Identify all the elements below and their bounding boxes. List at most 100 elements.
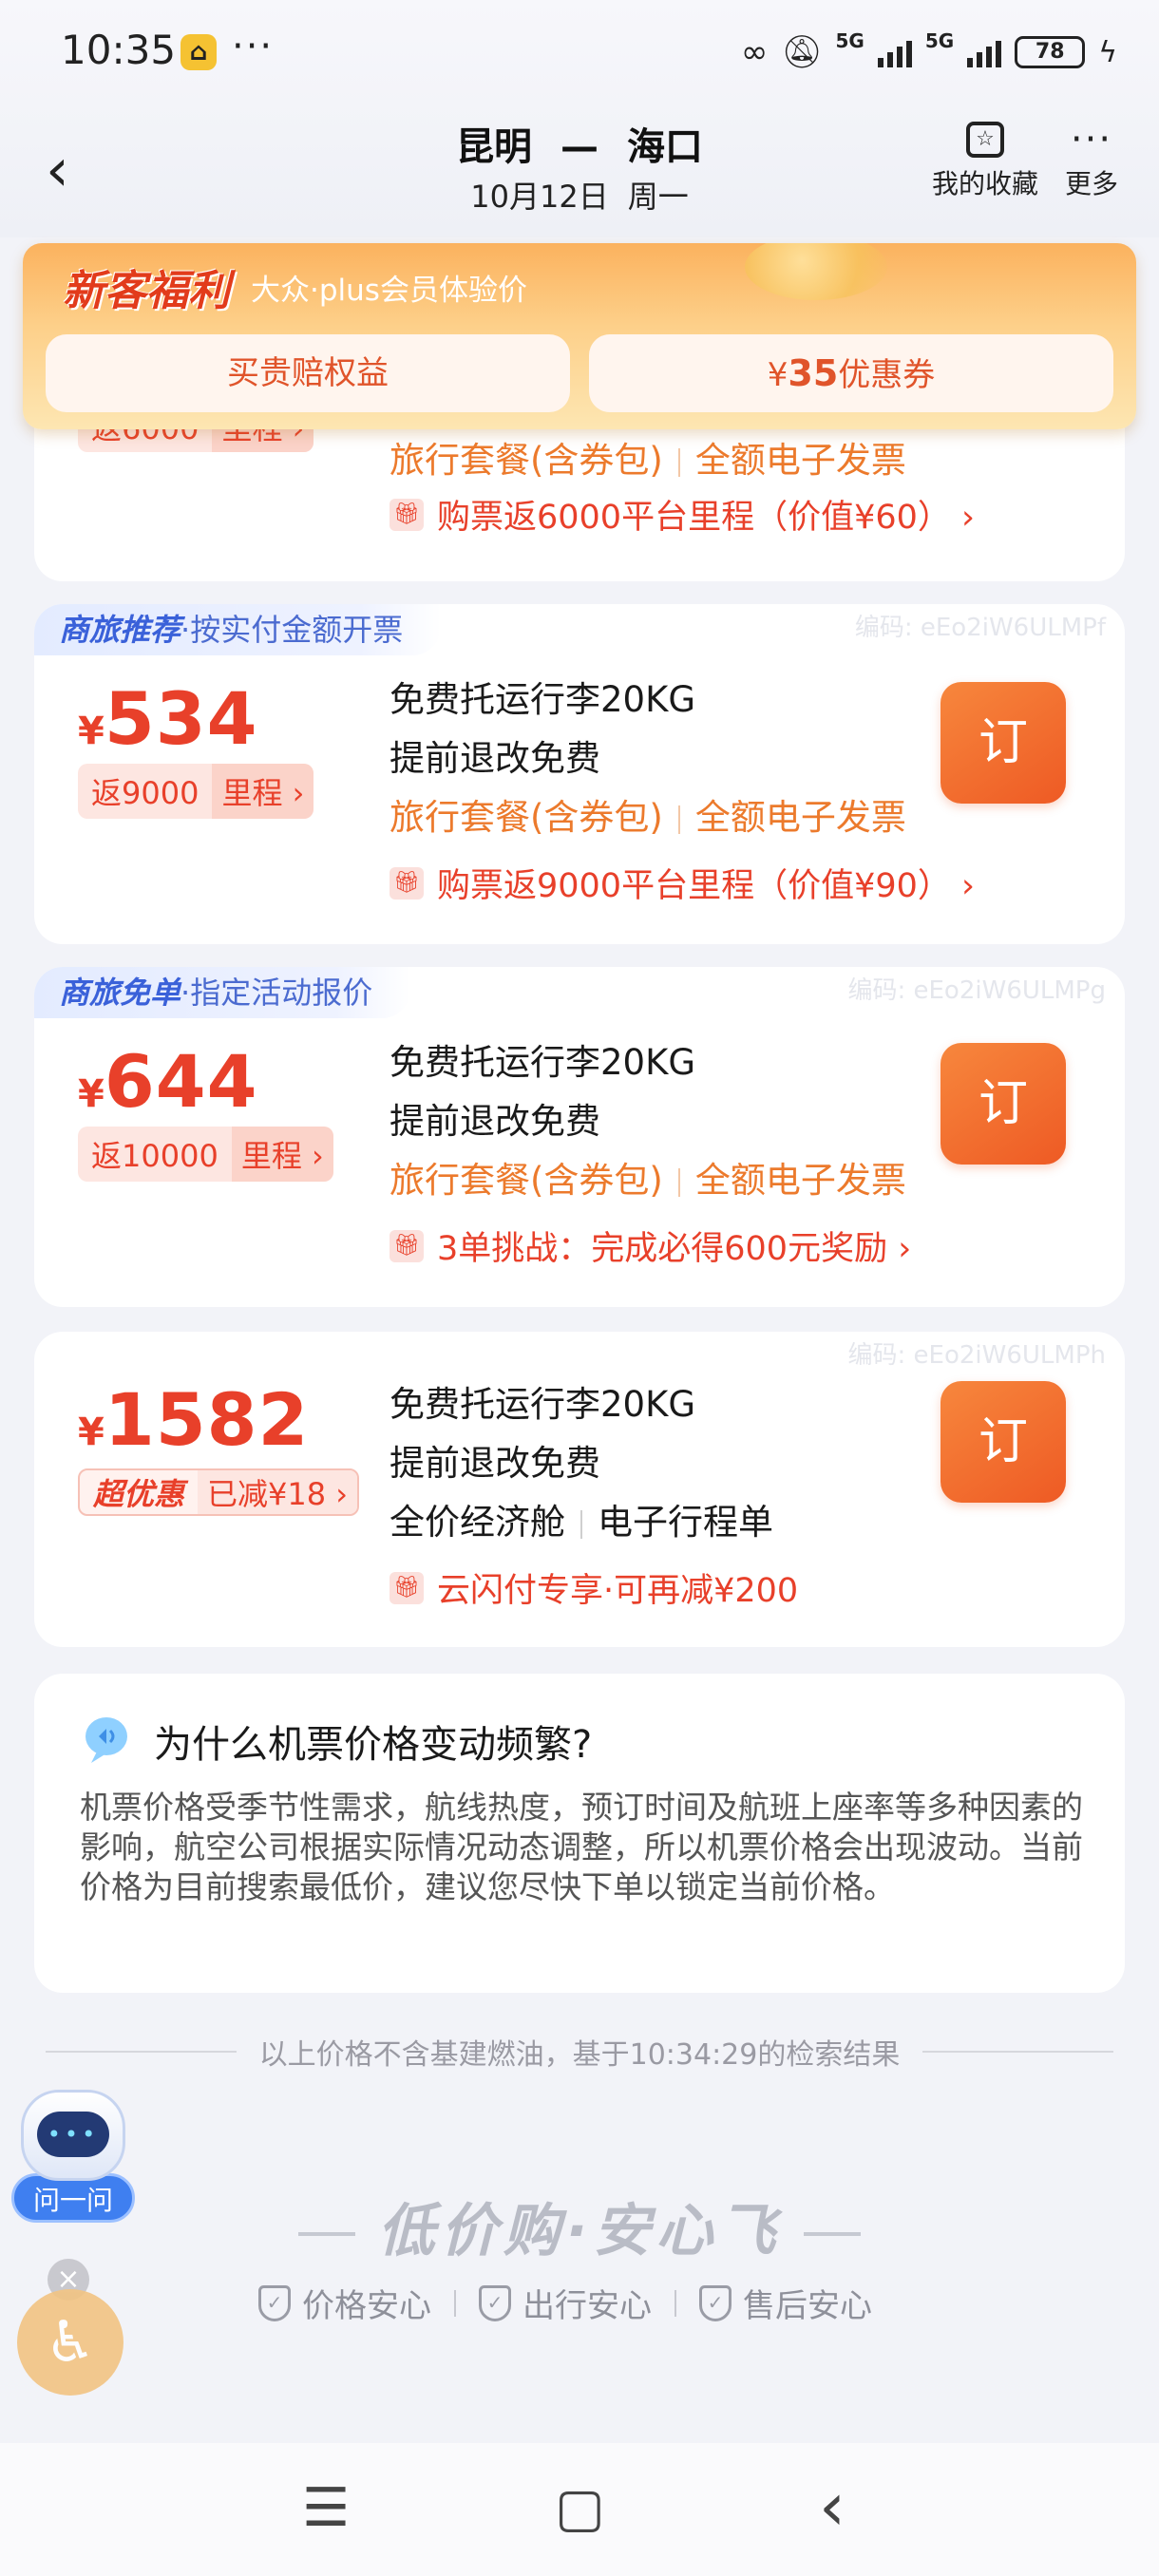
promo-line[interactable]: 🎁︎ 云闪付专享·可再减¥200 — [390, 1563, 798, 1612]
faq-body: 机票价格受季节性需求，航线热度，预订时间及航班上座率等多种因素的影响，航空公司根… — [80, 1789, 1083, 1905]
offer-price: ¥1582 — [78, 1377, 309, 1462]
slogan-text: 低价购·安心飞 — [377, 2198, 782, 2264]
signal-icon-2 — [967, 37, 1002, 67]
menu-icon[interactable]: ☰ — [302, 2477, 350, 2539]
assurance-item: ✓ 售后安心 — [699, 2280, 872, 2326]
currency-symbol: ¥ — [78, 1411, 104, 1454]
offer-details: 免费托运行李20KG 提前退改免费 全价经济舱 电子行程单 — [390, 1375, 773, 1552]
offer-code: 编码: eEo2iW6ULMPh — [847, 1341, 1106, 1370]
battery-icon: 78 — [1015, 36, 1086, 68]
star-folder-icon: ☆ — [966, 122, 1004, 158]
status-right: ∞ 🔕︎ 5G 5G 78 ϟ — [741, 29, 1117, 74]
flight-offer-card[interactable]: 商旅免单·指定活动报价 编码: eEo2iW6ULMPg ¥644 返10000… — [34, 967, 1125, 1307]
offer-details: 免费托运行李20KG 提前退改免费 旅行套餐(含券包) 全额电子发票 — [390, 671, 906, 847]
book-button[interactable]: 订 — [940, 1381, 1066, 1503]
package-text: 旅行套餐(含券包) — [390, 797, 663, 838]
tag-text: ·按实付金额开票 — [180, 612, 404, 648]
baggage-text: 免费托运行李20KG — [390, 1384, 696, 1425]
baggage-text: 免费托运行李20KG — [390, 679, 696, 720]
offer-tag: 商旅免单·指定活动报价 — [34, 967, 411, 1018]
price-guarantee-button[interactable]: 买贵赔权益 — [46, 334, 570, 412]
network-type-1: 5G — [835, 29, 864, 52]
divider — [922, 2051, 1113, 2053]
offer-code: 编码: eEo2iW6ULMPg — [847, 976, 1106, 1005]
gift-icon: 🎁︎ — [390, 498, 424, 531]
slogan: 低价购·安心飞 — [0, 2185, 1159, 2267]
battery-level: 78 — [1035, 40, 1065, 64]
coupon-suffix: 优惠券 — [838, 356, 936, 394]
banner-title: 新客福利 — [63, 267, 230, 315]
new-customer-banner: 新客福利 大众·plus会员体验价 买贵赔权益 ¥35优惠券 — [23, 243, 1136, 429]
discount-amount: 已减¥18 › — [198, 1470, 358, 1514]
more-button[interactable]: ··· 更多 — [1058, 121, 1125, 201]
accessibility-icon[interactable]: ♿︎ — [17, 2289, 124, 2396]
back-nav-icon[interactable]: ‹ — [819, 2468, 846, 2546]
mileage-pill[interactable]: 返10000 里程 › — [78, 1127, 333, 1182]
offer-details: 免费托运行李20KG 提前退改免费 旅行套餐(含券包) 全额电子发票 — [390, 1033, 906, 1210]
assurance-item: ✓ 价格安心 — [258, 2280, 431, 2326]
mileage-label: 里程 › — [212, 764, 314, 819]
price-value: 534 — [104, 676, 258, 761]
home-icon[interactable]: ▢ — [555, 2477, 605, 2539]
weekday-text: 周一 — [627, 179, 689, 215]
nav-bar: ‹ 昆明 — 海口 10月12日 周一 ☆ 我的收藏 ··· 更多 — [0, 104, 1159, 237]
promo-line[interactable]: 🎁︎ 购票返9000平台里程（价值¥90） › — [390, 859, 975, 907]
invoice-text: 全额电子发票 — [694, 1160, 906, 1201]
price-guarantee-label: 买贵赔权益 — [227, 354, 389, 392]
super-deal-label: 超优惠 — [93, 1476, 185, 1512]
mute-icon: 🔕︎ — [781, 33, 823, 71]
promo-line[interactable]: 🎁︎ 3单挑战：完成必得600元奖励 › — [390, 1222, 911, 1270]
assurance-label: 出行安心 — [522, 2287, 652, 2325]
destination-city: 海口 — [626, 125, 703, 169]
origin-city: 昆明 — [456, 125, 533, 169]
price-faq-card: 为什么机票价格变动频繁? 机票价格受季节性需求，航线热度，预订时间及航班上座率等… — [34, 1674, 1125, 1993]
book-button[interactable]: 订 — [940, 1043, 1066, 1165]
offer-tag: 商旅推荐·按实付金额开票 — [34, 604, 442, 655]
assurance-label: 价格安心 — [302, 2287, 431, 2325]
date-text: 10月12日 — [470, 179, 609, 215]
assurance-item: ✓ 出行安心 — [479, 2280, 652, 2326]
refund-text: 提前退改免费 — [390, 1443, 600, 1484]
divider — [46, 2051, 237, 2053]
gift-icon: 🎁︎ — [390, 866, 424, 900]
refund-text: 提前退改免费 — [390, 738, 600, 779]
package-text: 旅行套餐(含券包) — [390, 1160, 663, 1201]
price-note-text: 以上价格不含基建燃油，基于10:34:29的检索结果 — [258, 2038, 901, 2072]
status-dots: ··· — [232, 25, 275, 68]
refund-text: 提前退改免费 — [390, 1101, 600, 1142]
robot-icon: ••• — [21, 2090, 125, 2181]
package-text: 旅行套餐(含券包) — [390, 440, 663, 481]
discount-pill[interactable]: 超优惠 已减¥18 › — [78, 1468, 360, 1516]
assistant-button[interactable]: ••• 问一问 — [11, 2090, 135, 2223]
price-value: 644 — [104, 1039, 258, 1124]
price-value: 1582 — [104, 1377, 310, 1462]
gift-icon: 🎁︎ — [390, 1571, 424, 1604]
currency-symbol: ¥ — [78, 1072, 104, 1116]
favorites-button[interactable]: ☆ 我的收藏 — [923, 122, 1047, 201]
coupon-amount: 35 — [788, 352, 839, 394]
promo-line[interactable]: 🎁︎ 购票返6000平台里程（价值¥60） › — [390, 490, 975, 539]
assurance-row: ✓ 价格安心 ✓ 出行安心 ✓ 售后安心 — [258, 2280, 872, 2326]
assurance-label: 售后安心 — [743, 2287, 872, 2325]
signal-icon — [877, 37, 912, 67]
route-arrow-icon: — — [560, 125, 598, 169]
mileage-pill[interactable]: 返9000 里程 › — [78, 764, 314, 819]
link-icon: ∞ — [741, 33, 769, 71]
taxi-app-icon: ⌂ — [180, 34, 217, 70]
itinerary-text: 电子行程单 — [598, 1502, 773, 1543]
currency-symbol: ¥ — [78, 710, 104, 753]
flight-offer-card[interactable]: 商旅推荐·按实付金额开票 编码: eEo2iW6ULMPf ¥534 返9000… — [34, 604, 1125, 944]
promo-text: 云闪付专享·可再减¥200 — [437, 1572, 799, 1610]
shield-check-icon: ✓ — [479, 2284, 511, 2321]
flight-offer-card[interactable]: 编码: eEo2iW6ULMPh ¥1582 超优惠 已减¥18 › 免费托运行… — [34, 1332, 1125, 1647]
status-time: 10:35 — [61, 27, 177, 73]
book-button[interactable]: 订 — [940, 682, 1066, 804]
offer-details: 旅行套餐(含券包) 全额电子发票 — [390, 431, 906, 490]
price-note: 以上价格不含基建燃油，基于10:34:29的检索结果 — [46, 2031, 1113, 2073]
invoice-text: 全额电子发票 — [694, 797, 906, 838]
promo-text: 购票返6000平台里程（价值¥60） › — [437, 499, 975, 537]
coupon-button[interactable]: ¥35优惠券 — [589, 334, 1113, 412]
charging-icon: ϟ — [1098, 35, 1117, 69]
favorites-label: 我的收藏 — [931, 168, 1038, 199]
offer-price: ¥644 — [78, 1039, 258, 1124]
